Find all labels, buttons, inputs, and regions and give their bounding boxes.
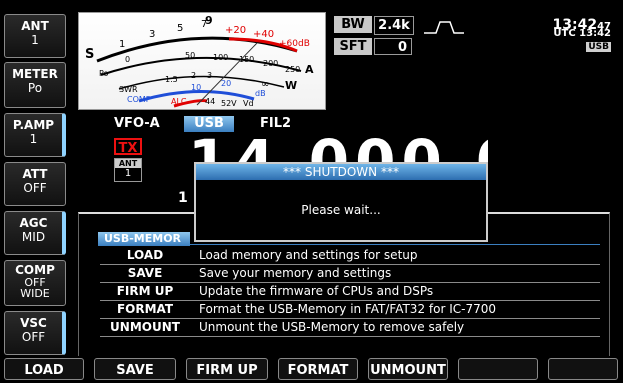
meter-vd-52: 52V	[221, 99, 237, 108]
bw-label[interactable]: BW	[334, 16, 372, 33]
meter-s-9: 9	[205, 14, 213, 27]
meter-s-1: 1	[119, 39, 126, 50]
meter-s-5: 5	[177, 23, 184, 34]
sub-indicator: 1	[178, 190, 188, 206]
comp-value: OFF WIDE	[20, 276, 50, 300]
shutdown-dialog-message: Please wait...	[301, 203, 381, 217]
save-button[interactable]: SAVE	[94, 358, 176, 380]
comp-button[interactable]: COMP OFF WIDE	[4, 260, 66, 306]
mode-badge[interactable]: USB	[184, 116, 234, 132]
vfo-label[interactable]: VFO-A	[114, 116, 160, 131]
att-button[interactable]: ATT OFF	[4, 162, 66, 206]
menu-row-format[interactable]: FORMAT Format the USB-Memory in FAT/FAT3…	[100, 301, 600, 319]
usb-menu-header: USB-MEMOR	[98, 232, 190, 246]
vsc-value: OFF	[21, 330, 46, 344]
att-label: ATT	[22, 167, 48, 181]
bw-value: 2.4k	[374, 16, 414, 35]
meter-s-label: S	[85, 47, 95, 62]
meter-swr-2: 2	[191, 71, 197, 80]
menu-key-load: LOAD	[126, 248, 164, 262]
meter-button[interactable]: METER Po	[4, 62, 66, 108]
meter-po-100: 100	[213, 53, 229, 62]
meter-db-label: dB	[255, 89, 266, 98]
ant-label: ANT	[21, 19, 49, 33]
ant-indicator: ANT 1	[114, 158, 142, 182]
sft-label[interactable]: SFT	[334, 38, 372, 55]
ant-indicator-label: ANT	[115, 159, 141, 168]
shutdown-dialog: *** SHUTDOWN *** Please wait...	[194, 162, 488, 242]
agc-button[interactable]: AGC MID	[4, 211, 66, 255]
shutdown-dialog-title: *** SHUTDOWN ***	[196, 164, 486, 180]
agc-label: AGC	[19, 216, 48, 230]
filter-label[interactable]: FIL2	[260, 116, 291, 131]
menu-desc-unmount: Unmount the USB-Memory to remove safely	[199, 320, 465, 334]
menu-row-load[interactable]: LOAD Load memory and settings for setup	[100, 247, 600, 265]
meter-value: Po	[27, 81, 43, 95]
meter-comp-label: COMP	[127, 95, 151, 104]
preamp-value: 1	[29, 132, 38, 146]
menu-row-firm-up[interactable]: FIRM UP Update the firmware of CPUs and …	[100, 283, 600, 301]
ant-value: 1	[31, 33, 39, 47]
meter-w-label: W	[285, 79, 298, 92]
meter-po-200: 200	[263, 59, 279, 68]
meter-comp-10: 10	[191, 83, 202, 92]
meter-po-150: 150	[239, 55, 255, 64]
meter-s-plus60: +60dB	[279, 39, 310, 49]
usb-mode-badge: USB	[586, 42, 611, 52]
meter-swr-3: 3	[207, 71, 213, 80]
comp-label: COMP	[15, 263, 55, 277]
filter-shape-icon	[424, 21, 464, 34]
preamp-label: P.AMP	[12, 118, 55, 132]
meter-po-0: 0	[125, 55, 131, 64]
format-button[interactable]: FORMAT	[278, 358, 358, 380]
menu-key-save: SAVE	[127, 266, 163, 280]
menu-desc-load: Load memory and settings for setup	[199, 248, 418, 262]
meter-alc-label: ALC	[171, 97, 187, 106]
sft-value: 0	[374, 38, 412, 55]
meter-vd-44: 44	[205, 97, 216, 106]
menu-key-format: FORMAT	[116, 302, 174, 316]
meter-po-50: 50	[185, 51, 196, 60]
meter-swr-label: SWR	[119, 85, 138, 94]
ant-button[interactable]: ANT 1	[4, 14, 66, 58]
meter-po-label: Po	[99, 69, 109, 78]
menu-row-unmount[interactable]: UNMOUNT Unmount the USB-Memory to remove…	[100, 319, 600, 337]
meter-po-250: 250	[285, 65, 301, 74]
meter-s-plus20: +20	[225, 25, 247, 36]
multi-meter: S Po SWR COMP ALC 1 3 5 7 9 +20 +40 +60d…	[78, 12, 326, 110]
usb-menu-header-line	[190, 244, 600, 245]
firm-up-button[interactable]: FIRM UP	[186, 358, 268, 380]
meter-s-plus40: +40	[253, 29, 275, 40]
vsc-button[interactable]: VSC OFF	[4, 311, 66, 355]
meter-comp-20: 20	[221, 79, 232, 88]
menu-key-unmount: UNMOUNT	[110, 320, 180, 334]
menu-row-save[interactable]: SAVE Save your memory and settings	[100, 265, 600, 283]
menu-desc-save: Save your memory and settings	[199, 266, 392, 280]
ant-indicator-value: 1	[124, 168, 132, 179]
meter-s-3: 3	[149, 29, 156, 40]
frequency-display-clip: 14.000.00	[188, 132, 488, 162]
tx-indicator: TX	[114, 138, 142, 156]
menu-desc-firm-up: Update the firmware of CPUs and DSPs	[199, 284, 434, 298]
vsc-label: VSC	[20, 316, 47, 330]
agc-value: MID	[21, 230, 46, 244]
meter-label: METER	[12, 67, 58, 81]
empty-button-7[interactable]	[548, 358, 618, 380]
frequency-display: 14.000.00	[188, 132, 488, 162]
meter-swr-1-5: 1.5	[165, 75, 178, 84]
meter-vd-label: Vd	[243, 99, 254, 108]
menu-desc-format: Format the USB-Memory in FAT/FAT32 for I…	[199, 302, 496, 316]
utc-clock: UTC 13:42	[553, 28, 611, 39]
meter-a-label: A	[305, 63, 314, 76]
empty-button-6[interactable]	[458, 358, 538, 380]
preamp-button[interactable]: P.AMP 1	[4, 113, 66, 157]
menu-key-firm-up: FIRM UP	[116, 284, 174, 298]
unmount-button[interactable]: UNMOUNT	[368, 358, 448, 380]
load-button[interactable]: LOAD	[4, 358, 84, 380]
att-value: OFF	[23, 181, 47, 195]
